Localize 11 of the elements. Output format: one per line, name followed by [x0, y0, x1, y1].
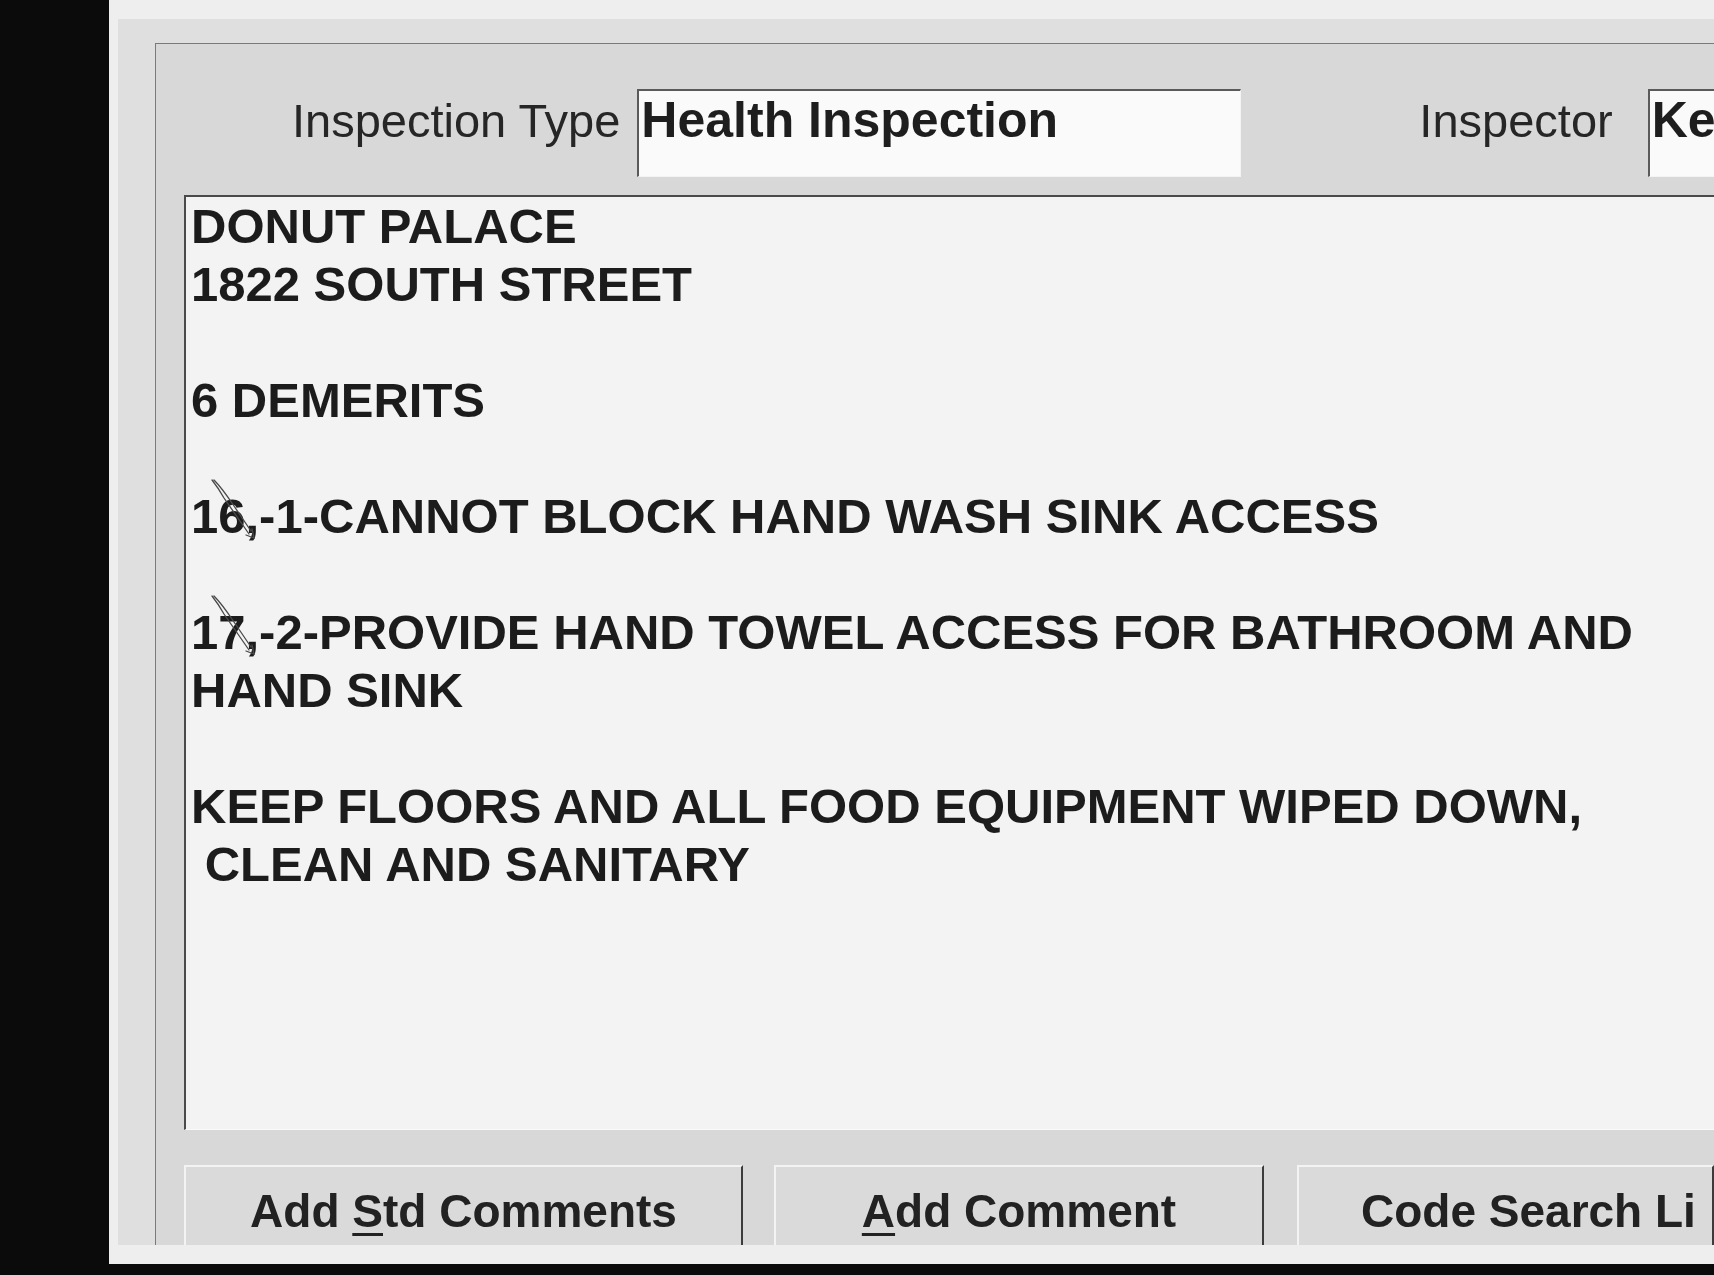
comments-text-area[interactable]: [184, 195, 1714, 1130]
text-field[interactable]: Ke: [1647, 89, 1714, 177]
comment-text: 6 DEMERITS: [191, 372, 486, 429]
field-label: Inspector: [1419, 94, 1613, 148]
comment-text: DONUT PALACE 1822 SOUTH STREET: [191, 198, 693, 313]
text-field[interactable]: Health Inspection: [637, 89, 1242, 177]
action-button[interactable]: Add Comment: [774, 1165, 1264, 1245]
action-button[interactable]: Add Std Comments: [184, 1165, 743, 1245]
action-button[interactable]: Code Search Li: [1297, 1165, 1714, 1245]
comment-text: KEEP FLOORS AND ALL FOOD EQUIPMENT WIPED DOWN, CLEAN AND SANITARY: [191, 778, 1583, 893]
field-label: Inspection Type: [292, 94, 621, 148]
